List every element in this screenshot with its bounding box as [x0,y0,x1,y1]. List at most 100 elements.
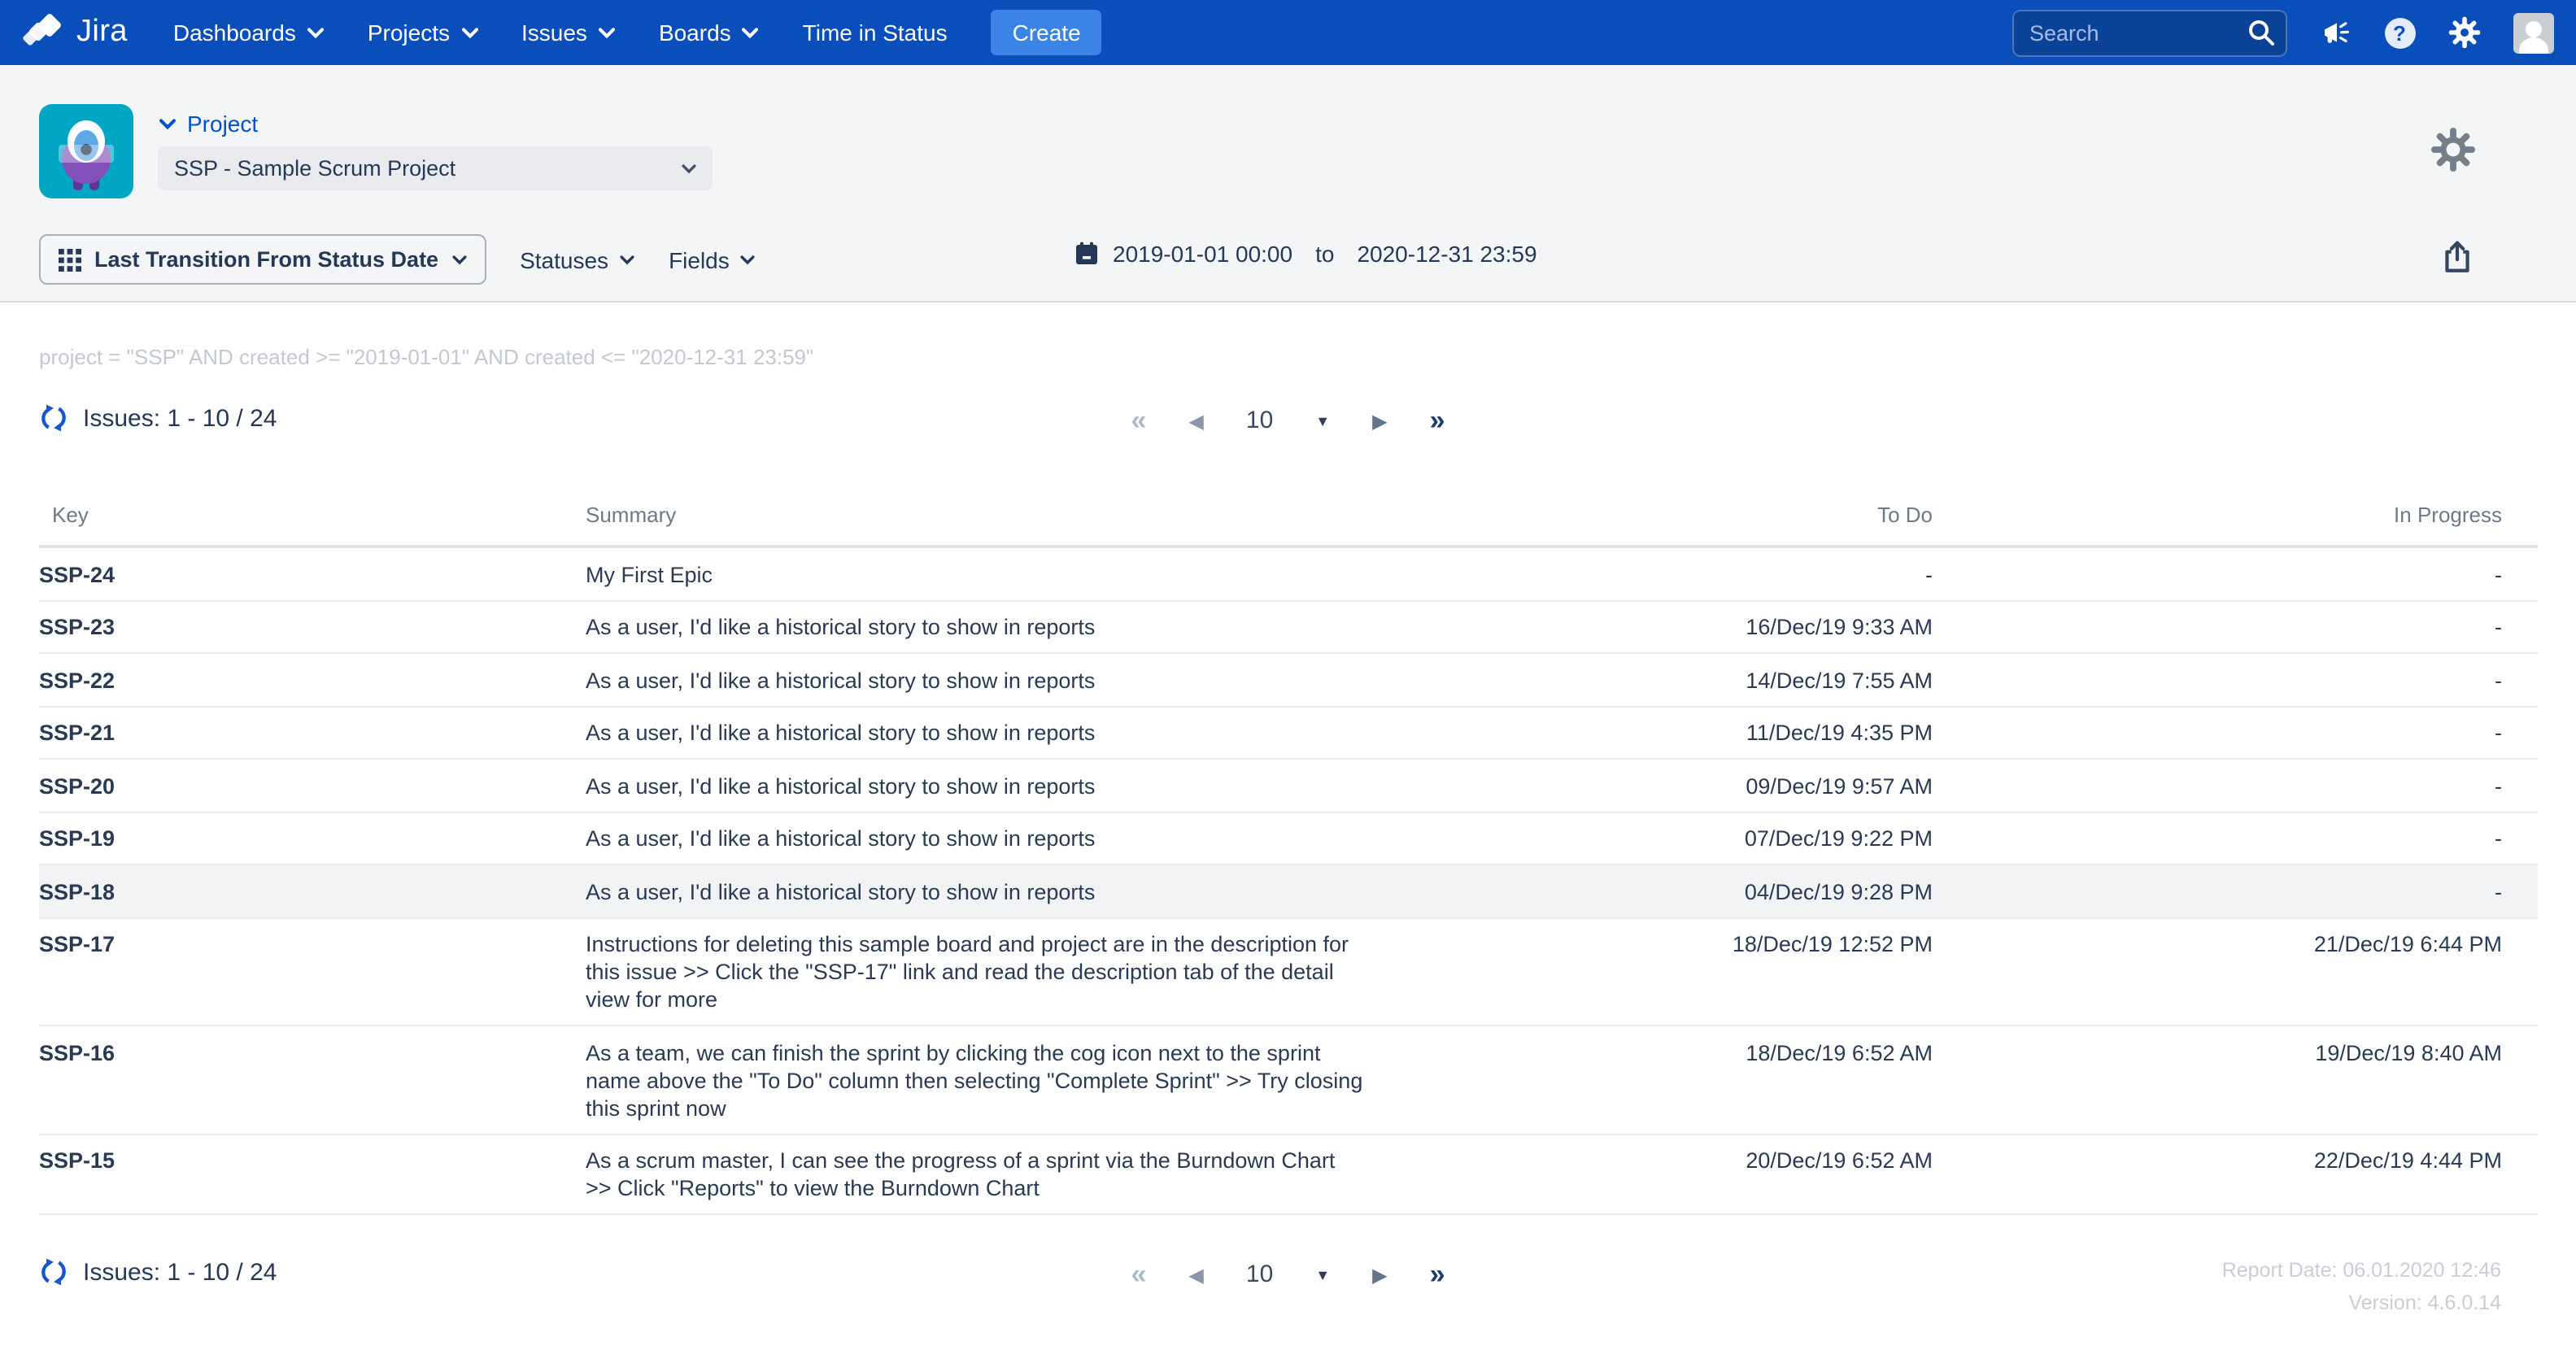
create-button[interactable]: Create [992,10,1102,55]
inprogress-value: - [1933,653,2538,706]
issue-key-link[interactable]: SSP-16 [39,1040,115,1065]
table-row: SSP-19 As a user, I'd like a historical … [39,812,2538,864]
nav-dashboards[interactable]: Dashboards [173,20,324,46]
issue-key-link[interactable]: SSP-17 [39,932,115,956]
next-page-button[interactable]: ▶ [1372,405,1387,438]
project-section-toggle[interactable]: Project [159,111,258,137]
help-icon[interactable]: ? [2384,17,2415,48]
issue-key-link[interactable]: SSP-21 [39,721,115,745]
date-range-picker[interactable]: 2019-01-01 00:00 to 2020-12-31 23:59 [1074,241,1537,267]
report-version: Version: 4.6.0.14 [2222,1287,2501,1319]
inprogress-value: - [1933,600,2538,653]
last-page-button[interactable]: » [1430,1259,1445,1291]
todo-value: 18/Dec/19 12:52 PM [1363,917,1933,1026]
page-size-value[interactable]: 10 [1246,405,1273,438]
nav-projects[interactable]: Projects [368,20,477,46]
inprogress-value: 22/Dec/19 4:44 PM [1933,1134,2538,1214]
fields-dropdown[interactable]: Fields [669,246,756,272]
megaphone-icon[interactable] [2319,17,2352,48]
issue-key-link[interactable]: SSP-24 [39,562,115,586]
next-page-button[interactable]: ▶ [1372,1259,1387,1291]
export-icon[interactable] [2439,239,2474,283]
user-avatar[interactable] [2513,12,2553,53]
main-nav: Dashboards Projects Issues Boards Time i… [173,20,948,46]
issue-key-link[interactable]: SSP-18 [39,879,115,904]
last-page-button[interactable]: » [1430,405,1445,438]
issues-count: Issues: 1 - 10 / 24 [83,1258,277,1286]
project-select-value: SSP - Sample Scrum Project [174,156,455,181]
todo-value: 18/Dec/19 6:52 AM [1363,1026,1933,1134]
page-size-caret[interactable]: ▼ [1315,1259,1330,1291]
chevron-down-icon [159,118,176,129]
inprogress-value: - [1933,547,2538,600]
top-navbar: Jira Dashboards Projects Issues Boards T… [0,0,2576,65]
todo-value: 07/Dec/19 9:22 PM [1363,812,1933,864]
chevron-down-icon [461,27,477,38]
todo-value: 04/Dec/19 9:28 PM [1363,864,1933,917]
metric-dropdown-label: Last Transition From Status Date [94,247,438,272]
project-select[interactable]: SSP - Sample Scrum Project [158,146,713,190]
issue-summary: As a scrum master, I can see the progres… [586,1134,1363,1214]
inprogress-value: - [1933,812,2538,864]
refresh-icon[interactable] [39,1257,68,1287]
chevron-down-icon [743,27,759,38]
chevron-down-icon [682,163,696,173]
previous-page-button[interactable]: ◀ [1188,405,1203,438]
grid-icon [59,248,81,271]
table-row: SSP-20 As a user, I'd like a historical … [39,759,2538,812]
report-settings-gear-icon[interactable] [2430,127,2475,181]
search-icon [2246,17,2275,46]
nav-time-in-status[interactable]: Time in Status [803,20,948,46]
statuses-dropdown[interactable]: Statuses [520,246,634,272]
metric-dropdown-button[interactable]: Last Transition From Status Date [39,234,486,285]
first-page-button[interactable]: « [1131,1259,1146,1291]
top-pagination-bar: Issues: 1 - 10 / 24 « ◀ 10 ▼ ▶ » [0,403,2576,446]
chevron-down-icon [741,255,756,264]
person-icon [2513,15,2553,53]
refresh-icon[interactable] [39,403,68,433]
report-content: project = "SSP" AND created >= "2019-01-… [0,345,2576,1300]
first-page-button[interactable]: « [1131,405,1146,438]
page-size-caret[interactable]: ▼ [1315,405,1330,438]
issues-count: Issues: 1 - 10 / 24 [83,404,277,432]
project-avatar [39,104,133,198]
report-info: Report Date: 06.01.2020 12:46 Version: 4… [2222,1254,2501,1319]
gear-icon[interactable] [2447,16,2480,49]
column-header-inprogress: In Progress [1933,486,2538,547]
issue-summary: As a user, I'd like a historical story t… [586,600,1363,653]
issue-summary: As a user, I'd like a historical story t… [586,864,1363,917]
table-row: SSP-15 As a scrum master, I can see the … [39,1134,2538,1214]
page-size-value[interactable]: 10 [1246,1259,1273,1291]
issue-key-link[interactable]: SSP-20 [39,773,115,798]
column-header-todo: To Do [1363,486,1933,547]
nav-issues[interactable]: Issues [521,20,615,46]
filter-row: Last Transition From Status Date Statuse… [39,234,756,285]
todo-value: - [1363,547,1933,600]
todo-value: 09/Dec/19 9:57 AM [1363,759,1933,812]
todo-value: 16/Dec/19 9:33 AM [1363,600,1933,653]
table-row: SSP-23 As a user, I'd like a historical … [39,600,2538,653]
issue-key-link[interactable]: SSP-22 [39,668,115,692]
table-row: SSP-16 As a team, we can finish the spri… [39,1026,2538,1134]
issues-table: Key Summary To Do In Progress SSP-24 My … [39,486,2538,1215]
issue-summary: As a team, we can finish the sprint by c… [586,1026,1363,1134]
inprogress-value: 19/Dec/19 8:40 AM [1933,1026,2538,1134]
column-header-summary: Summary [586,486,1363,547]
header-band: Project SSP - Sample Scrum Project [0,65,2576,303]
table-row: SSP-17 Instructions for deleting this sa… [39,917,2538,1026]
previous-page-button[interactable]: ◀ [1188,1259,1203,1291]
inprogress-value: 21/Dec/19 6:44 PM [1933,917,2538,1026]
issue-key-link[interactable]: SSP-23 [39,615,115,639]
todo-value: 20/Dec/19 6:52 AM [1363,1134,1933,1214]
column-header-key: Key [39,486,586,547]
jira-logo[interactable]: Jira [23,11,128,54]
jira-logo-icon [23,11,65,54]
todo-value: 14/Dec/19 7:55 AM [1363,653,1933,706]
table-row: SSP-21 As a user, I'd like a historical … [39,706,2538,759]
date-separator: to [1315,241,1334,267]
nav-boards[interactable]: Boards [659,20,759,46]
report-date: Report Date: 06.01.2020 12:46 [2222,1254,2501,1287]
issue-key-link[interactable]: SSP-15 [39,1148,115,1173]
date-from: 2019-01-01 00:00 [1113,241,1292,267]
issue-key-link[interactable]: SSP-19 [39,826,115,851]
